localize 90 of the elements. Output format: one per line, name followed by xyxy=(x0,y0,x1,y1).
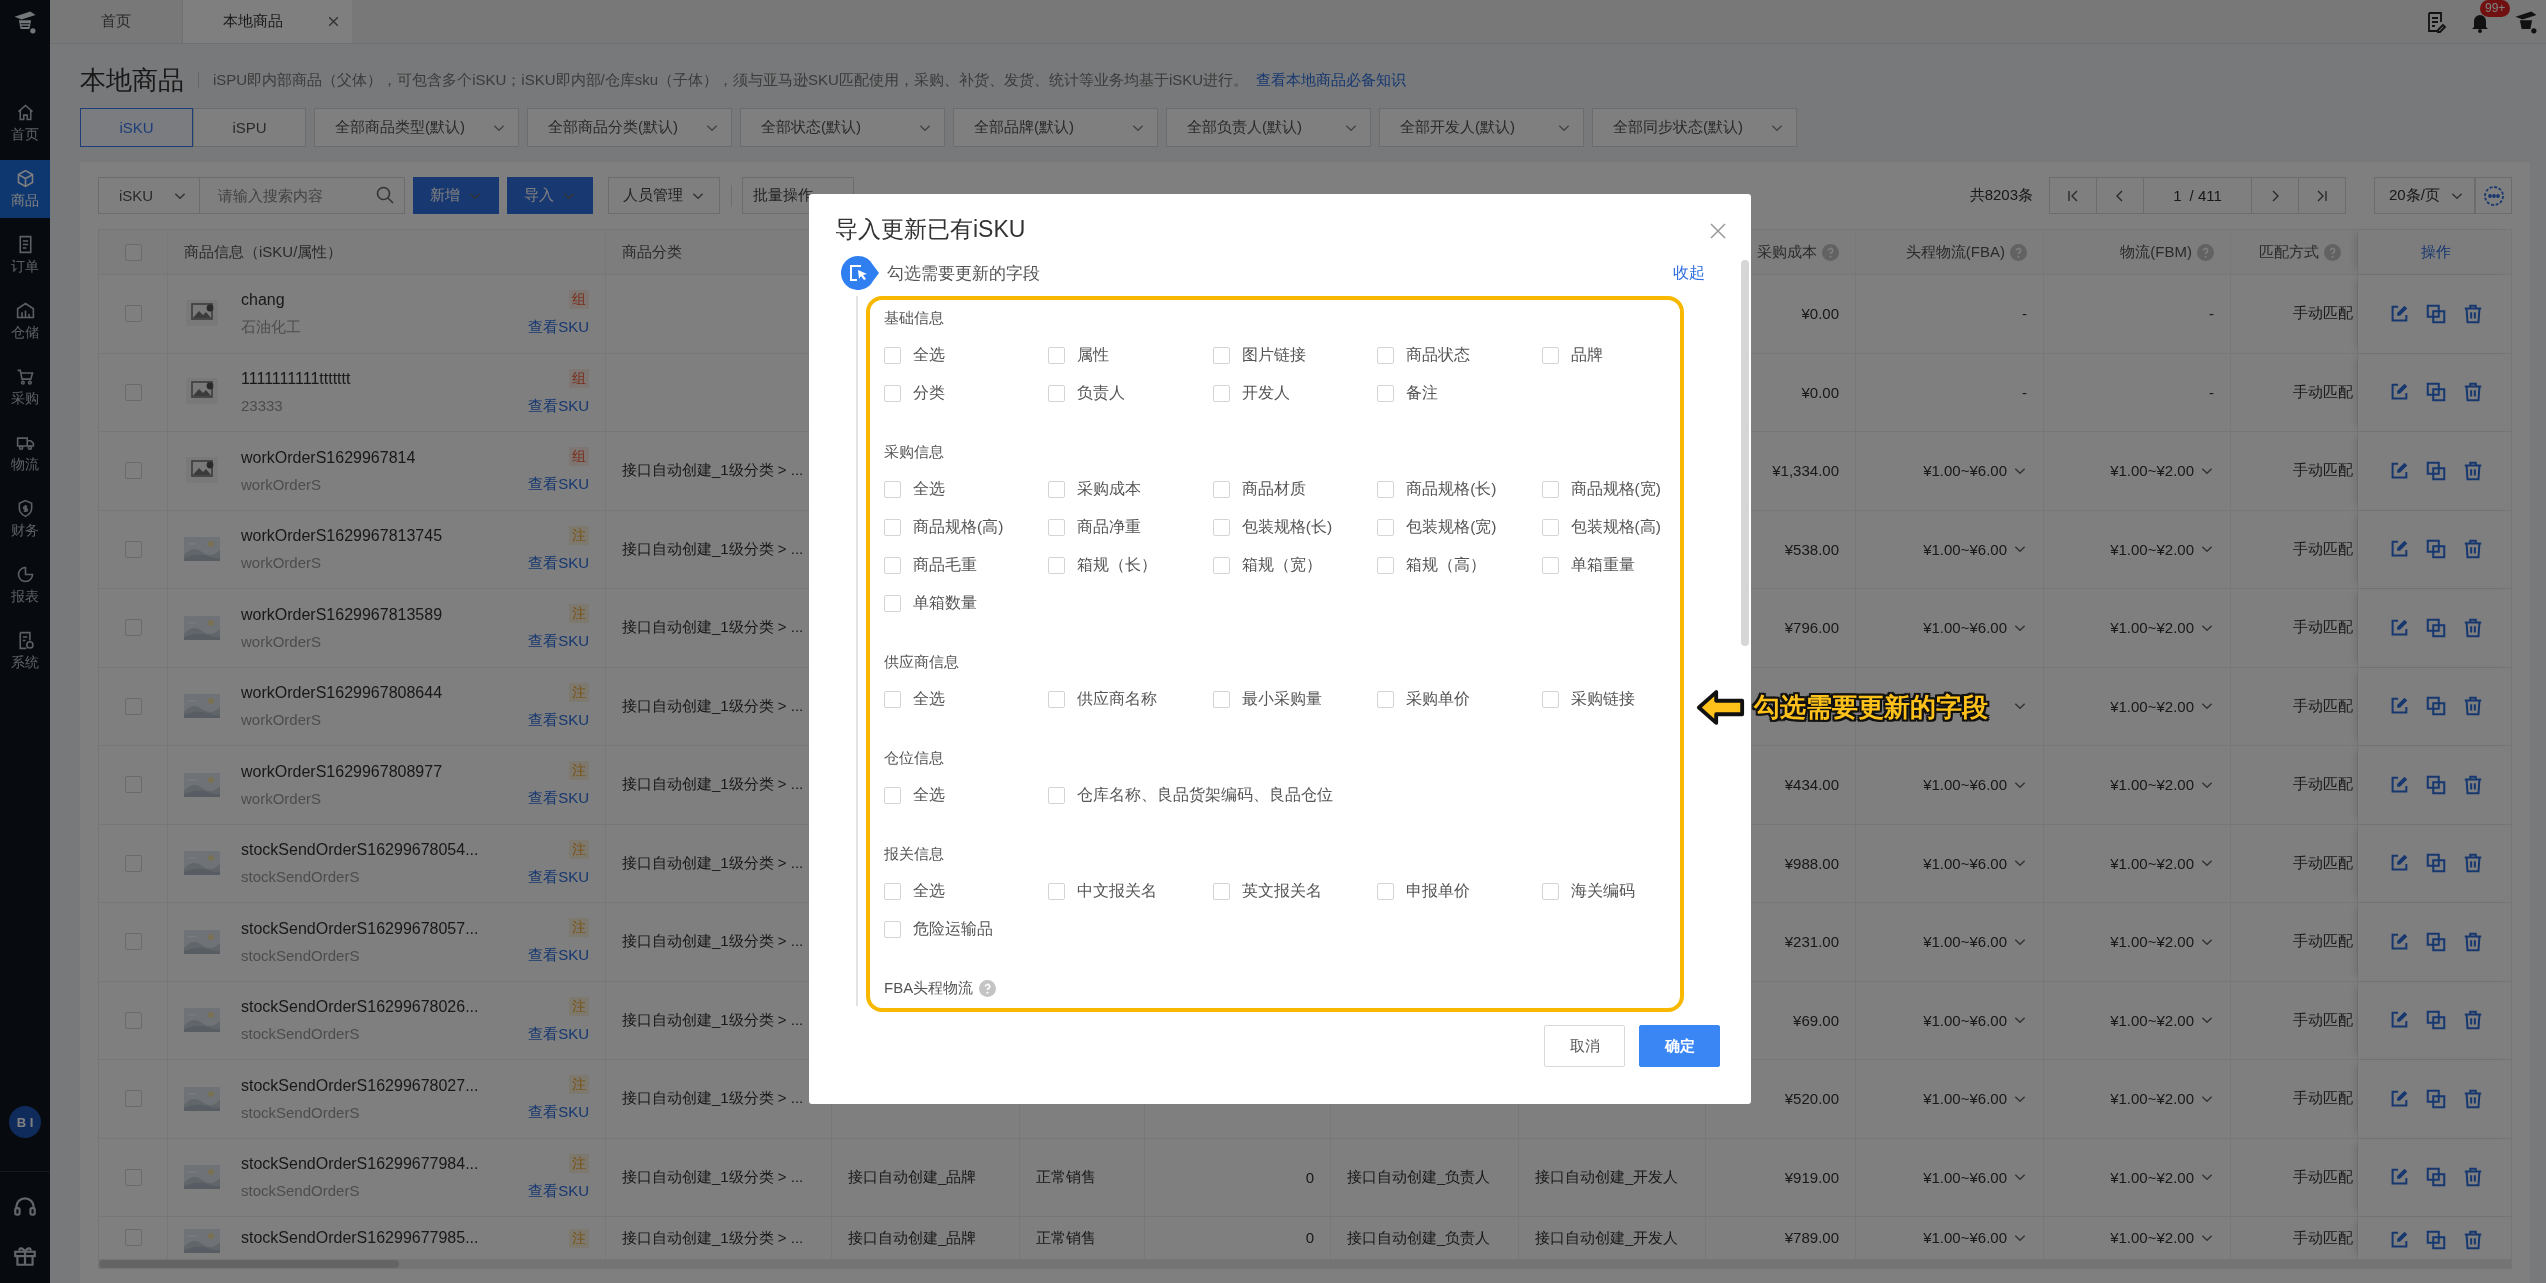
table-cell: ¥919.00 xyxy=(1784,1168,1839,1186)
table-cell: 接口自动创建_负责人 xyxy=(1347,1167,1491,1187)
sku-text: stockSendOrderS16299678026... xyxy=(241,998,480,1017)
table-cell: ¥434.00 xyxy=(1784,776,1839,794)
table-cell: 手动匹配 xyxy=(2293,461,2353,481)
type-label: 注 xyxy=(569,604,589,624)
table-cell: ¥538.00 xyxy=(1784,540,1839,558)
table-cell: 0 xyxy=(1305,1229,1314,1246)
dialog-title: 导入更新已有iSKU xyxy=(835,215,1026,244)
type-label: 注 xyxy=(569,1153,589,1173)
table-cell: 正常销售 xyxy=(1036,1229,1096,1248)
section-title: 采购信息 xyxy=(884,442,944,462)
type-label: 注 xyxy=(569,1229,589,1248)
table-cell: 接口自动创建_1级分类 > ... xyxy=(622,853,804,873)
table-cell: 接口自动创建_1级分类 > ... xyxy=(622,775,804,795)
table-cell: 手动匹配 xyxy=(2293,539,2353,559)
type-label: 注 xyxy=(569,761,589,781)
type-label: 注 xyxy=(569,682,589,702)
type-label: 注 xyxy=(569,1075,589,1095)
table-cell: 接口自动创建_1级分类 > ... xyxy=(622,618,804,638)
page-title: 本地商品 xyxy=(80,63,184,97)
total-count: 共8203条 xyxy=(1969,186,2033,205)
table-cell: 接口自动创建_品牌 xyxy=(848,1229,977,1248)
sku-text: stockSendOrderS16299677985... xyxy=(241,1229,480,1247)
section-title: FBA头程物流 xyxy=(884,978,974,998)
table-cell: 接口自动创建_1级分类 > ... xyxy=(622,1010,804,1030)
callout-text: 勾选需要更新的字段 xyxy=(1754,691,1988,724)
sku-text: stockSendOrderS16299677984... xyxy=(241,1155,480,1174)
table-cell: ¥789.00 xyxy=(1784,1229,1839,1246)
table-cell: 手动匹配 xyxy=(2293,775,2353,795)
sku-text: workOrderS1629967813745 xyxy=(241,527,444,546)
sku-text: workOrderS1629967814 xyxy=(241,448,417,467)
sku-text: workOrderS1629967808977 xyxy=(241,762,444,781)
table-cell: 接口自动创建_1级分类 > ... xyxy=(622,461,804,481)
table-cell: 手动匹配 xyxy=(2293,1089,2353,1109)
table-cell: 手动匹配 xyxy=(2293,1167,2353,1187)
table-cell: 接口自动创建_1级分类 > ... xyxy=(622,539,804,559)
table-cell: ¥796.00 xyxy=(1784,619,1839,637)
table-cell: - xyxy=(2022,383,2027,401)
step-label: 勾选需要更新的字段 xyxy=(887,262,1040,285)
type-label: 组 xyxy=(569,290,589,310)
table-cell: - xyxy=(2209,305,2214,323)
table-cell: 手动匹配 xyxy=(2293,618,2353,638)
page-total: / 411 xyxy=(2189,187,2222,204)
sku-text: stockSendOrderS16299678057... xyxy=(241,919,480,938)
table-cell: 接口自动创建_1级分类 > ... xyxy=(622,1167,804,1187)
table-cell: ¥0.00 xyxy=(1801,305,1839,323)
table-cell: 接口自动创建_1级分类 > ... xyxy=(622,1089,804,1109)
table-cell: 手动匹配 xyxy=(2293,1010,2353,1030)
type-label: 注 xyxy=(569,839,589,859)
table-cell: 接口自动创建_1级分类 > ... xyxy=(622,696,804,716)
table-cell: ¥988.00 xyxy=(1784,854,1839,872)
table-cell: ¥1,334.00 xyxy=(1772,462,1839,480)
sku-text: chang xyxy=(241,290,286,309)
sku-text: workOrderS1629967808644 xyxy=(241,684,444,703)
table-cell: 接口自动创建_1级分类 > ... xyxy=(622,1229,804,1248)
type-label: 组 xyxy=(569,447,589,467)
sku-text: stockSendOrderS16299678027... xyxy=(241,1076,480,1095)
table-cell: 接口自动创建_开发人 xyxy=(1535,1229,1679,1248)
section-title: 仓位信息 xyxy=(884,748,944,768)
sku-text: 1111111111ttttttt xyxy=(241,370,352,389)
sku-text: stockSendOrderS16299678054... xyxy=(241,841,480,860)
table-cell: ¥69.00 xyxy=(1793,1011,1839,1029)
notification-count: 99+ xyxy=(2480,0,2511,17)
table-cell: 手动匹配 xyxy=(2293,932,2353,952)
table-cell: 手动匹配 xyxy=(2293,1229,2353,1248)
type-label: 注 xyxy=(569,525,589,545)
table-cell: 接口自动创建_品牌 xyxy=(848,1167,977,1187)
table-cell: 手动匹配 xyxy=(2293,304,2353,324)
section-title: 基础信息 xyxy=(884,308,944,328)
type-label: 注 xyxy=(569,918,589,938)
table-cell: - xyxy=(2209,383,2214,401)
table-cell: 接口自动创建_1级分类 > ... xyxy=(622,932,804,952)
table-cell: 手动匹配 xyxy=(2293,696,2353,716)
table-cell: - xyxy=(2022,305,2027,323)
table-cell: ¥0.00 xyxy=(1801,383,1839,401)
section-title: 供应商信息 xyxy=(884,652,959,672)
table-cell: 正常销售 xyxy=(1036,1167,1096,1187)
table-cell: 0 xyxy=(1305,1168,1314,1186)
table-cell: 接口自动创建_开发人 xyxy=(1535,1167,1679,1187)
section-title: 报关信息 xyxy=(884,844,944,864)
table-cell: ¥231.00 xyxy=(1784,933,1839,951)
table-cell: 手动匹配 xyxy=(2293,853,2353,873)
table-cell: 接口自动创建_负责人 xyxy=(1347,1229,1491,1248)
page-description: iSPU即内部商品（父体），可包含多个iSKU；iSKU即内部/仓库sku（子体），须与亚马逊SKU匹配使用，采购、补货、发货、统计等业务均基于iSKU进行。 xyxy=(213,70,1249,90)
type-label: 组 xyxy=(569,368,589,388)
table-cell: ¥520.00 xyxy=(1784,1090,1839,1108)
table-cell: 手动匹配 xyxy=(2293,382,2353,402)
type-label: 注 xyxy=(569,996,589,1016)
sku-text: workOrderS1629967813589 xyxy=(241,605,444,624)
